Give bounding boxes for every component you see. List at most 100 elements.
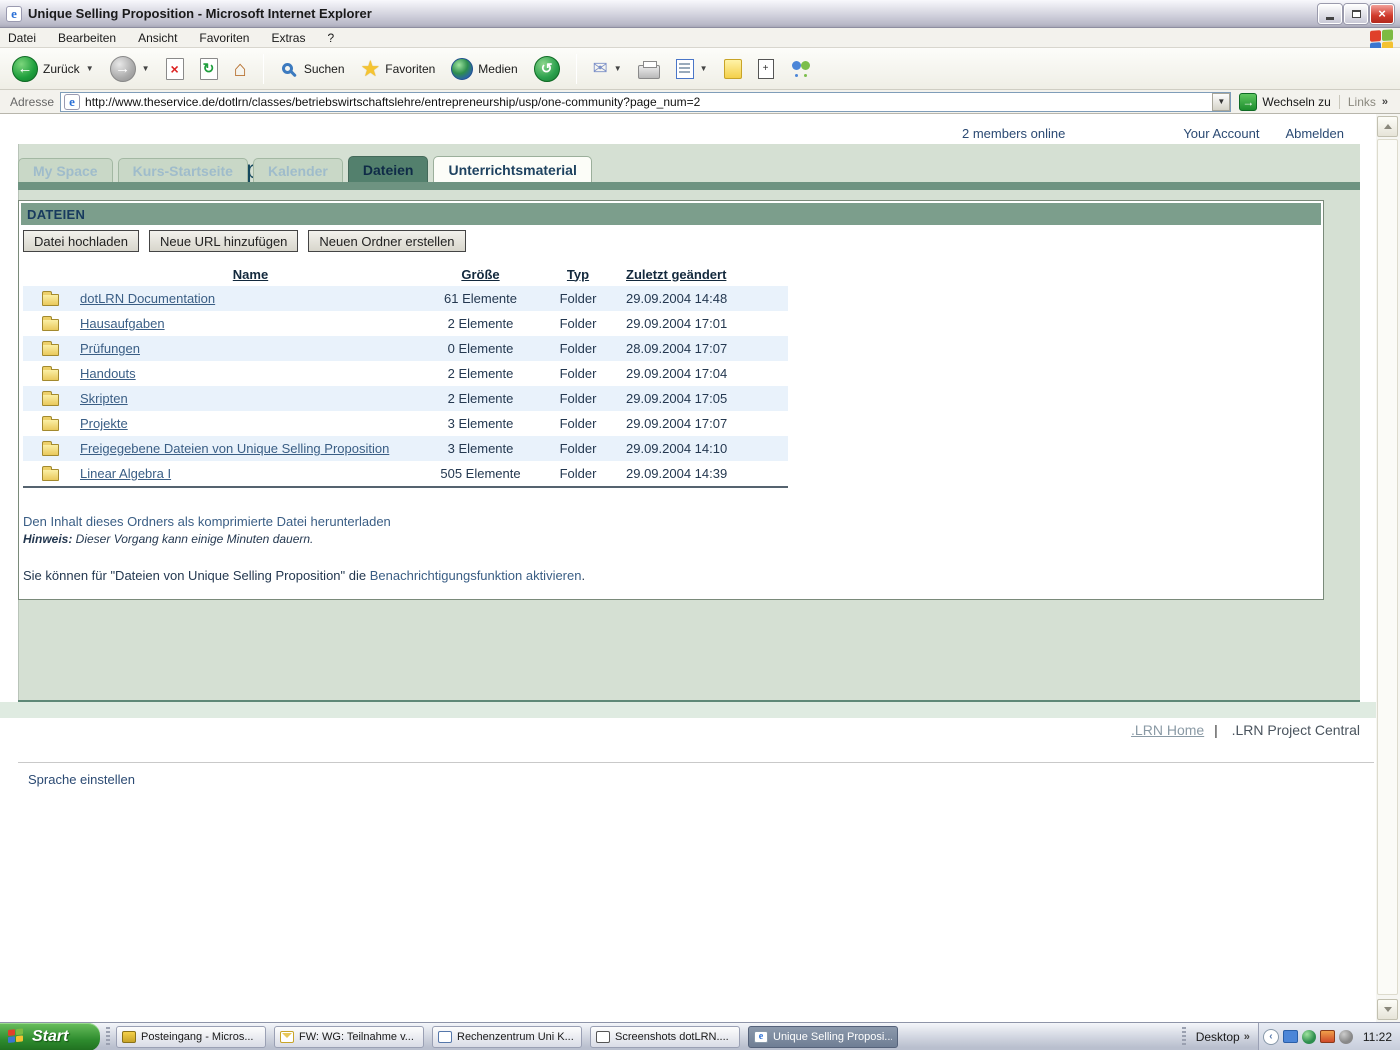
create-folder-button[interactable]: Neuen Ordner erstellen (308, 230, 465, 252)
forward-button[interactable]: → ▼ (106, 53, 154, 85)
links-chevron-icon[interactable]: » (1382, 96, 1388, 108)
home-icon: ⌂ (234, 58, 247, 80)
quicklaunch-grip[interactable] (106, 1027, 110, 1047)
folder-link[interactable]: Projekte (80, 416, 128, 431)
folder-icon (42, 444, 59, 456)
scroll-up-button[interactable] (1377, 116, 1398, 137)
language-settings-link[interactable]: Sprache einstellen (28, 772, 135, 787)
tab-kalender[interactable]: Kalender (253, 158, 343, 182)
type-cell: Folder (538, 441, 618, 456)
your-account-link[interactable]: Your Account (1183, 126, 1259, 141)
scrollbar-thumb[interactable] (1377, 139, 1398, 995)
history-button[interactable]: ↺ (530, 53, 564, 85)
refresh-button[interactable]: ↻ (196, 55, 222, 83)
print-button[interactable] (634, 56, 664, 82)
restore-button[interactable] (1344, 4, 1368, 24)
address-input[interactable]: e http://www.theservice.de/dotlrn/classe… (60, 92, 1231, 112)
home-button[interactable]: ⌂ (230, 55, 251, 83)
window-title: Unique Selling Proposition - Microsoft I… (28, 6, 1318, 21)
table-row: dotLRN Documentation 61 Elemente Folder … (23, 286, 788, 311)
tab-dateien[interactable]: Dateien (348, 156, 429, 182)
stop-button[interactable]: × (162, 55, 188, 83)
folder-link[interactable]: Linear Algebra I (80, 466, 171, 481)
menu-ansicht[interactable]: Ansicht (138, 31, 177, 45)
edit-button[interactable]: ▼ (672, 56, 712, 82)
discuss-button[interactable] (720, 56, 746, 82)
research-button[interactable]: + (754, 56, 778, 82)
task-posteingang[interactable]: Posteingang - Micros... (116, 1026, 266, 1048)
size-cell: 2 Elemente (423, 391, 538, 406)
antivirus-tray-icon[interactable] (1302, 1030, 1316, 1044)
close-button[interactable]: × (1370, 4, 1394, 24)
task-screenshots[interactable]: Screenshots dotLRN.... (590, 1026, 740, 1048)
mail-button[interactable]: ✉ ▼ (589, 55, 626, 82)
task-mail-message[interactable]: FW: WG: Teilnahme v... (274, 1026, 424, 1048)
type-cell: Folder (538, 291, 618, 306)
minimize-button[interactable] (1318, 4, 1342, 24)
upload-file-button[interactable]: Datei hochladen (23, 230, 139, 252)
offline-globe-tray-icon[interactable] (1339, 1030, 1353, 1044)
display-tray-icon[interactable] (1320, 1030, 1335, 1043)
vertical-scrollbar[interactable] (1376, 114, 1400, 1022)
menu-bearbeiten[interactable]: Bearbeiten (58, 31, 116, 45)
folder-link[interactable]: dotLRN Documentation (80, 291, 215, 306)
links-toolbar[interactable]: Links » (1339, 95, 1396, 109)
notification-activate-link[interactable]: Benachrichtigungsfunktion aktivieren (370, 568, 582, 583)
menu-favoriten[interactable]: Favoriten (199, 31, 249, 45)
menu-extras[interactable]: Extras (271, 31, 305, 45)
favorites-button[interactable]: ★ Favoriten (357, 55, 440, 83)
download-zip-link[interactable]: Den Inhalt dieses Ordners als komprimier… (23, 514, 391, 529)
messenger-button[interactable] (786, 56, 816, 82)
address-bar: Adresse e http://www.theservice.de/dotlr… (0, 90, 1400, 114)
forward-dropdown-icon[interactable]: ▼ (142, 64, 150, 73)
envelope-icon (280, 1031, 294, 1043)
desktop-chevron-icon[interactable]: » (1244, 1031, 1250, 1043)
go-button[interactable]: → Wechseln zu (1239, 93, 1330, 111)
edit-icon (676, 59, 694, 79)
start-button[interactable]: Start (0, 1023, 100, 1050)
tray-collapse-button[interactable]: ‹ (1263, 1029, 1279, 1045)
desktop-toolbar-grip[interactable] (1182, 1027, 1186, 1047)
tab-my-space[interactable]: My Space (18, 158, 113, 182)
edit-dropdown-icon[interactable]: ▼ (700, 64, 708, 73)
files-table: Name Größe Typ Zuletzt geändert dotLRN D… (23, 262, 788, 486)
back-button[interactable]: ← Zurück ▼ (8, 53, 98, 85)
type-column-header[interactable]: Typ (567, 267, 589, 282)
members-online-link[interactable]: 2 members online (962, 126, 1065, 141)
size-column-header[interactable]: Größe (461, 267, 499, 282)
folder-link[interactable]: Handouts (80, 366, 136, 381)
search-button[interactable]: Suchen (276, 56, 349, 81)
lrn-home-link[interactable]: .LRN Home (1131, 722, 1204, 738)
address-dropdown-button[interactable]: ▼ (1212, 93, 1230, 111)
outlook-icon (122, 1031, 136, 1043)
tab-kurs-startseite[interactable]: Kurs-Startseite (118, 158, 248, 182)
back-dropdown-icon[interactable]: ▼ (86, 64, 94, 73)
mail-dropdown-icon[interactable]: ▼ (614, 64, 622, 73)
media-button[interactable]: Medien (447, 55, 521, 83)
size-cell: 2 Elemente (423, 366, 538, 381)
task-rechenzentrum[interactable]: Rechenzentrum Uni K... (432, 1026, 582, 1048)
folder-link[interactable]: Prüfungen (80, 341, 140, 356)
folder-link[interactable]: Freigegebene Dateien von Unique Selling … (80, 441, 389, 456)
lrn-project-central-link[interactable]: .LRN Project Central (1232, 722, 1360, 738)
network-tray-icon[interactable] (1283, 1030, 1298, 1043)
menu-datei[interactable]: Datei (8, 31, 36, 45)
add-url-button[interactable]: Neue URL hinzufügen (149, 230, 298, 252)
type-cell: Folder (538, 391, 618, 406)
tab-unterrichtsmaterial[interactable]: Unterrichtsmaterial (433, 156, 591, 182)
task-unique-selling-proposition[interactable]: e Unique Selling Proposi... (748, 1026, 898, 1048)
desktop-toolbar[interactable]: Desktop (1196, 1030, 1240, 1044)
window-titlebar: e Unique Selling Proposition - Microsoft… (0, 0, 1400, 28)
size-cell: 3 Elemente (423, 416, 538, 431)
folder-link[interactable]: Skripten (80, 391, 128, 406)
refresh-icon: ↻ (200, 58, 218, 80)
logout-link[interactable]: Abmelden (1285, 126, 1344, 141)
modified-column-header[interactable]: Zuletzt geändert (626, 267, 726, 282)
folder-link[interactable]: Hausaufgaben (80, 316, 165, 331)
scroll-down-button[interactable] (1377, 999, 1398, 1020)
search-icon (282, 63, 293, 74)
menu-hilfe[interactable]: ? (327, 31, 334, 45)
type-cell: Folder (538, 416, 618, 431)
table-bottom-rule (23, 486, 788, 488)
name-column-header[interactable]: Name (233, 267, 268, 282)
